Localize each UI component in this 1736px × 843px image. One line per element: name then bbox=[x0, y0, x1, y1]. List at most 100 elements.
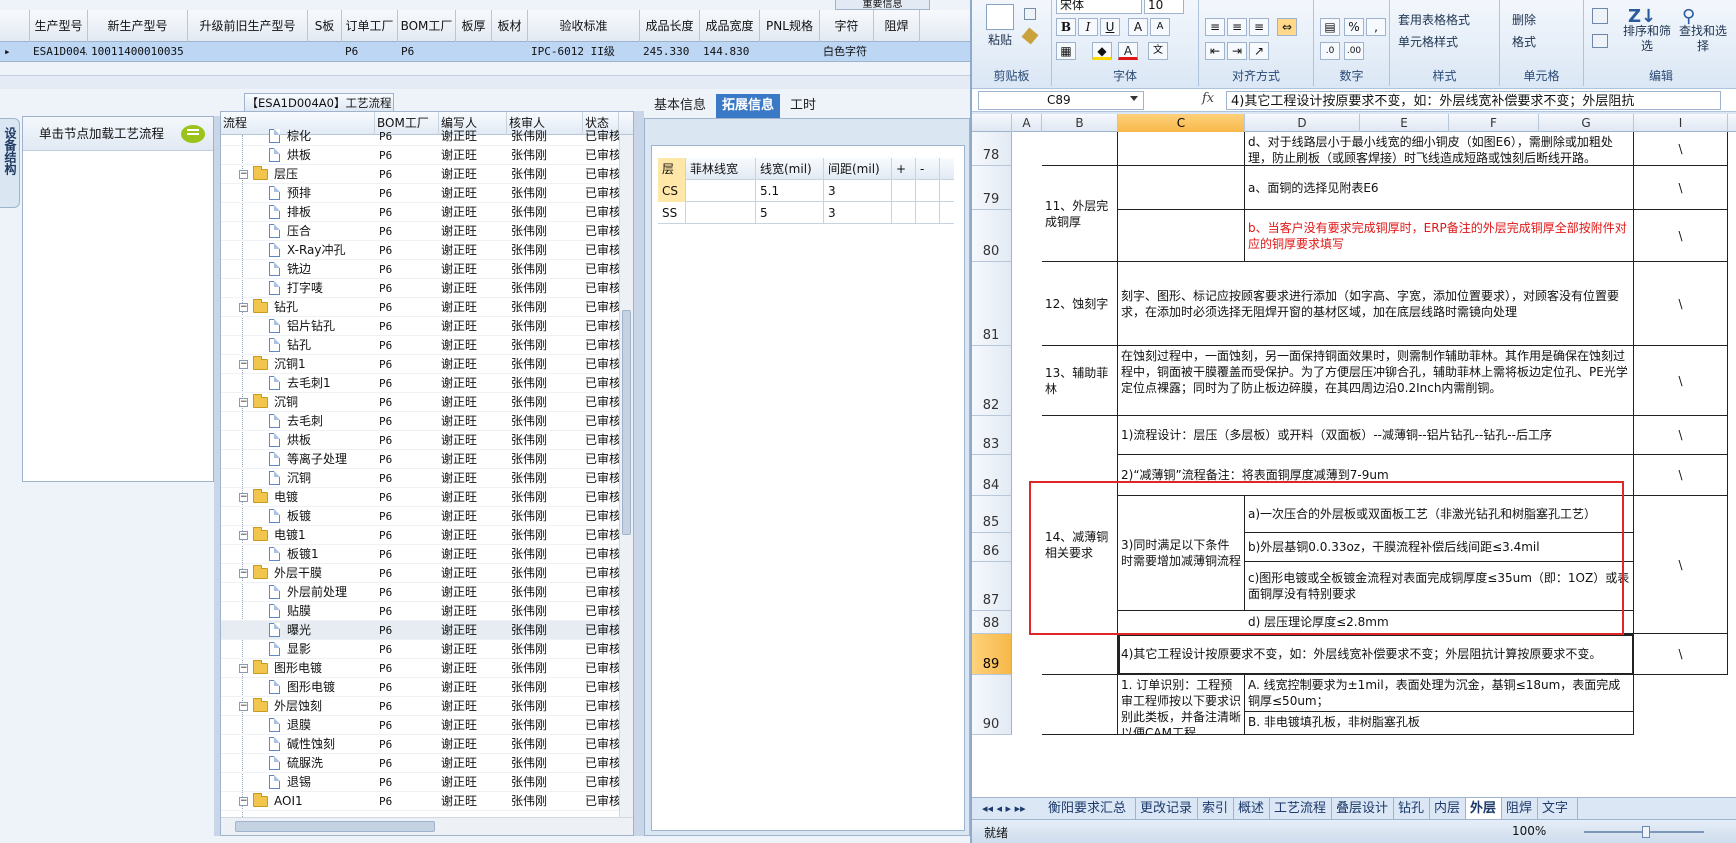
tree-row[interactable]: 板镀 P6 谢正旺 张伟刚 已审核 bbox=[221, 507, 633, 526]
layer-grid-cell[interactable] bbox=[916, 180, 940, 202]
tree-node[interactable]: − 层压 bbox=[221, 165, 375, 184]
tree-row[interactable]: 铝片钻孔 P6 谢正旺 张伟刚 已审核 bbox=[221, 317, 633, 336]
slash-cell[interactable]: \ bbox=[1634, 132, 1728, 166]
sheet-cell[interactable]: b、当客户没有要求完成铜厚时，ERP备注的外层完成铜厚全部按附件对应的铜厚要求填… bbox=[1245, 210, 1634, 262]
hscroll-thumb[interactable] bbox=[235, 821, 435, 832]
tree-node[interactable]: − 钻孔 bbox=[221, 298, 375, 317]
collapse-toggle-icon[interactable]: − bbox=[239, 702, 248, 711]
cell-styles-button[interactable]: 单元格样式 bbox=[1398, 32, 1458, 52]
slash-cell[interactable]: \ bbox=[1634, 455, 1728, 496]
product-cell[interactable] bbox=[311, 42, 341, 62]
sheet-cell[interactable] bbox=[1118, 132, 1245, 166]
tree-row[interactable]: 板镀1 P6 谢正旺 张伟刚 已审核 bbox=[221, 545, 633, 564]
tree-node[interactable]: 铝片钻孔 bbox=[221, 317, 375, 336]
column-header[interactable]: G bbox=[1539, 114, 1634, 132]
tree-row[interactable]: − 电镀1 P6 谢正旺 张伟刚 已审核 bbox=[221, 526, 633, 545]
row-header[interactable]: 82 bbox=[972, 346, 1012, 416]
info-tab[interactable]: 基本信息 bbox=[648, 94, 712, 118]
row-indicator[interactable]: ▸ bbox=[4, 42, 24, 62]
number-format-icon[interactable]: ▤ bbox=[1320, 18, 1340, 36]
collapse-toggle-icon[interactable]: − bbox=[239, 531, 248, 540]
tree-row[interactable]: − 沉铜1 P6 谢正旺 张伟刚 已审核 bbox=[221, 355, 633, 374]
worksheet[interactable]: ABCDEFGIJ 78 79 80 81 82 83 84 85 86 87 88 89 90 d、对… bbox=[972, 114, 1736, 797]
tree-row[interactable]: 外层前处理 P6 谢正旺 张伟刚 已审核 bbox=[221, 583, 633, 602]
tree-node[interactable]: − AOI1 bbox=[221, 792, 375, 811]
row-header[interactable]: 80 bbox=[972, 210, 1012, 262]
column-header[interactable]: BOM工厂 bbox=[398, 10, 456, 42]
increase-decimal-icon[interactable]: .0 bbox=[1320, 42, 1340, 60]
tree-row[interactable]: − AOI1 P6 谢正旺 张伟刚 已审核 bbox=[221, 792, 633, 811]
tree-node[interactable]: 打字唛 bbox=[221, 279, 375, 298]
layer-grid-cell[interactable]: 5.1 bbox=[756, 180, 824, 202]
tree-node[interactable]: 等离子处理 bbox=[221, 450, 375, 469]
sort-filter-button[interactable]: 排序和筛选 bbox=[1620, 24, 1674, 53]
vscroll-thumb[interactable] bbox=[622, 310, 631, 535]
tree-node[interactable]: − 电镀 bbox=[221, 488, 375, 507]
row-header[interactable]: 86 bbox=[972, 533, 1012, 562]
tree-node[interactable]: 预排 bbox=[221, 184, 375, 203]
column-header[interactable]: PNL规格 bbox=[760, 10, 820, 42]
tree-node[interactable]: 板镀 bbox=[221, 507, 375, 526]
orientation-icon[interactable]: ↗ bbox=[1249, 42, 1269, 60]
sheet-cell[interactable]: 11、外层完成铜厚 bbox=[1042, 166, 1118, 262]
sheet-tab[interactable]: 概述 bbox=[1234, 798, 1270, 819]
autosum-icon[interactable] bbox=[1592, 8, 1608, 24]
layer-grid-cell[interactable]: 5 bbox=[756, 202, 824, 224]
shrink-font-icon[interactable]: A bbox=[1150, 18, 1170, 36]
product-cell[interactable] bbox=[191, 42, 307, 62]
product-cell[interactable] bbox=[495, 42, 527, 62]
underline-icon[interactable]: U bbox=[1100, 18, 1120, 36]
row-header[interactable]: 78 bbox=[972, 132, 1012, 166]
sheet-cell[interactable]: 14、减薄铜相关要求 bbox=[1042, 416, 1118, 675]
column-header[interactable]: J bbox=[1728, 114, 1736, 132]
column-header[interactable]: B bbox=[1042, 114, 1118, 132]
sheet-cell[interactable]: 2)“减薄铜”流程备注：将表面铜厚度减薄到7-9um bbox=[1118, 455, 1634, 496]
sheet-cell[interactable]: B. 非电镀填孔板，非树脂塞孔板 bbox=[1245, 712, 1634, 735]
fx-icon[interactable]: fx bbox=[1202, 91, 1222, 110]
tree-node[interactable]: 烘板 bbox=[221, 146, 375, 165]
layer-grid-cell[interactable] bbox=[686, 202, 756, 224]
column-header[interactable]: 阻焊 bbox=[874, 10, 920, 42]
tree-node[interactable]: − 沉铜 bbox=[221, 393, 375, 412]
column-header[interactable]: 字符 bbox=[820, 10, 874, 42]
column-header[interactable]: 板厚 bbox=[456, 10, 492, 42]
sheet-tab[interactable]: 内层 bbox=[1430, 798, 1466, 819]
column-header[interactable]: 新生产型号 bbox=[88, 10, 188, 42]
tree-row[interactable]: 压合 P6 谢正旺 张伟刚 已审核 bbox=[221, 222, 633, 241]
tree-row[interactable]: − 电镀 P6 谢正旺 张伟刚 已审核 bbox=[221, 488, 633, 507]
product-cell[interactable]: 白色字符 bbox=[823, 42, 873, 62]
collapse-toggle-icon[interactable]: − bbox=[239, 170, 248, 179]
tree-row[interactable]: − 层压 P6 谢正旺 张伟刚 已审核 bbox=[221, 165, 633, 184]
fill-color-icon[interactable]: ◆ bbox=[1092, 42, 1112, 60]
borders-icon[interactable]: ▦ bbox=[1056, 42, 1076, 60]
delete-button[interactable]: 删除 bbox=[1512, 10, 1536, 30]
tree-node[interactable]: 硫脲洗 bbox=[221, 754, 375, 773]
sheet-tab[interactable]: 索引 bbox=[1198, 798, 1234, 819]
tree-node[interactable]: 钻孔 bbox=[221, 336, 375, 355]
tree-row[interactable]: 等离子处理 P6 谢正旺 张伟刚 已审核 bbox=[221, 450, 633, 469]
column-header[interactable]: I bbox=[1634, 114, 1728, 132]
tree-row[interactable]: 碱性蚀刻 P6 谢正旺 张伟刚 已审核 bbox=[221, 735, 633, 754]
sheet-cell[interactable] bbox=[1042, 132, 1118, 166]
collapse-toggle-icon[interactable]: − bbox=[239, 303, 248, 312]
info-tab[interactable]: 工时 bbox=[784, 94, 822, 118]
sheet-tab[interactable]: 外层 bbox=[1466, 798, 1502, 819]
column-header[interactable]: S板 bbox=[308, 10, 342, 42]
font-size-select[interactable]: 10 bbox=[1144, 0, 1184, 14]
tree-node[interactable]: − 电镀1 bbox=[221, 526, 375, 545]
row-header[interactable]: 84 bbox=[972, 455, 1012, 496]
column-header[interactable]: 生产型号 bbox=[30, 10, 88, 42]
tree-node[interactable]: − 外层干膜 bbox=[221, 564, 375, 583]
sheet-tab[interactable]: 阻焊 bbox=[1502, 798, 1538, 819]
grow-font-icon[interactable]: A bbox=[1128, 18, 1148, 36]
percent-icon[interactable]: % bbox=[1344, 18, 1364, 36]
column-header[interactable]: D bbox=[1245, 114, 1360, 132]
slash-cell[interactable]: \ bbox=[1634, 262, 1728, 346]
comma-icon[interactable]: , bbox=[1366, 18, 1386, 36]
select-all-corner[interactable] bbox=[972, 114, 1012, 132]
column-header[interactable]: 升级前旧生产型号 bbox=[188, 10, 308, 42]
layer-grid-cell[interactable]: CS bbox=[658, 180, 686, 202]
tree-row[interactable]: 烘板 P6 谢正旺 张伟刚 已审核 bbox=[221, 146, 633, 165]
tree-row[interactable]: 图形电镀 P6 谢正旺 张伟刚 已审核 bbox=[221, 678, 633, 697]
font-color-icon[interactable]: A bbox=[1118, 42, 1138, 60]
